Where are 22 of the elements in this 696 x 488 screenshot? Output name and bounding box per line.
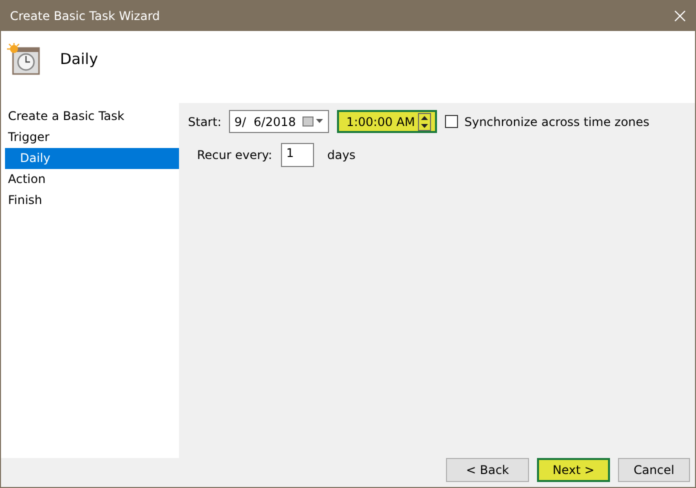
spin-arrows-icon[interactable]	[418, 112, 432, 130]
page-heading: Daily	[60, 50, 98, 68]
recur-unit: days	[327, 147, 356, 164]
recur-input[interactable]: 1	[281, 143, 314, 167]
calendar-dropdown-icon	[302, 116, 324, 127]
wizard-button[interactable]: Cancel	[618, 458, 690, 482]
wizard-button[interactable]: < Back	[446, 458, 529, 482]
close-icon[interactable]	[674, 10, 686, 22]
date-picker[interactable]: 9/ 6/2018	[229, 110, 330, 133]
step-item[interactable]: Finish	[1, 190, 179, 211]
wizard-button[interactable]: Next >	[537, 458, 610, 482]
time-spinner[interactable]: 1:00:00 AM	[337, 110, 438, 133]
step-item[interactable]: Trigger	[1, 127, 179, 148]
sync-label: Synchronize across time zones	[464, 114, 650, 130]
step-item[interactable]: Action	[1, 169, 179, 190]
step-item[interactable]: Daily	[5, 148, 179, 169]
calendar-clock-icon	[7, 42, 40, 76]
window-title: Create Basic Task Wizard	[10, 8, 160, 24]
step-item[interactable]: Create a Basic Task	[1, 106, 179, 127]
recur-label: Recur every:	[197, 147, 272, 164]
sync-checkbox[interactable]	[445, 115, 458, 128]
start-label: Start:	[188, 114, 222, 130]
